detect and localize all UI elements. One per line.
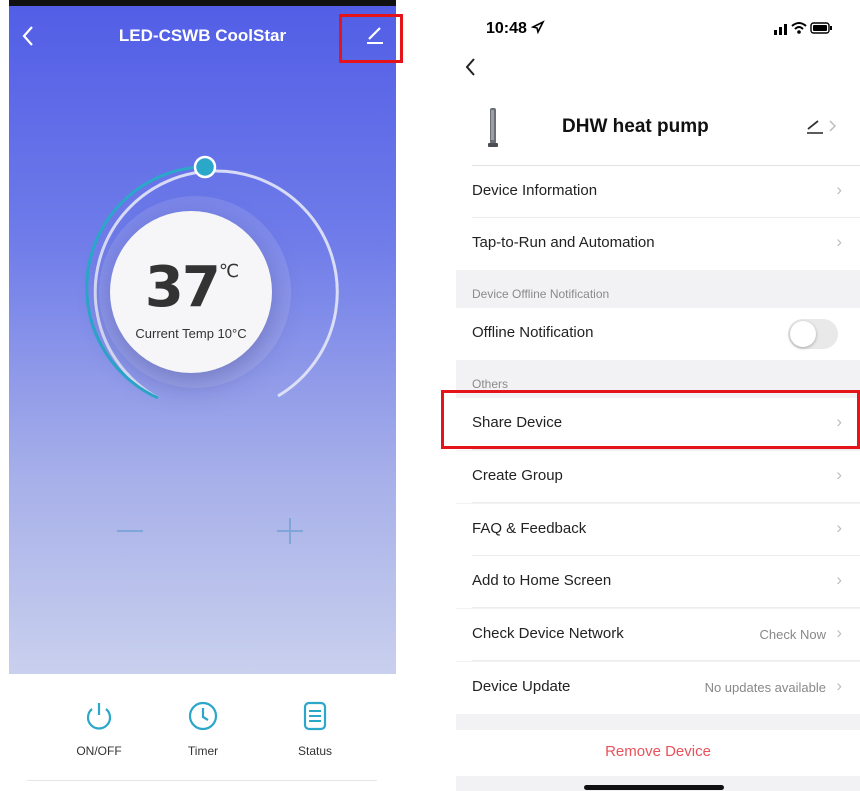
timer-label: Timer <box>187 744 219 758</box>
status-bar-icons <box>774 22 832 35</box>
chevron-right-icon: › <box>836 180 842 199</box>
document-icon <box>303 701 327 731</box>
row-label: Create Group <box>472 467 563 484</box>
row-label: Add to Home Screen <box>472 572 612 589</box>
chevron-right-icon: › <box>836 465 842 484</box>
status-bar-time: 10:48 <box>486 20 546 38</box>
pencil-icon <box>807 120 837 134</box>
set-temperature-value: 37 <box>144 255 221 320</box>
row-label: Offline Notification <box>472 324 594 341</box>
divider <box>472 449 860 450</box>
divider <box>472 660 860 661</box>
location-arrow-icon <box>531 20 546 35</box>
row-faq-feedback[interactable]: FAQ & Feedback › <box>456 504 860 556</box>
device-name: DHW heat pump <box>562 116 709 137</box>
row-value: Check Now <box>759 627 826 642</box>
home-indicator[interactable] <box>584 785 724 790</box>
offline-notification-toggle[interactable] <box>788 319 838 349</box>
current-temperature: Current Temp 10°C <box>135 326 247 341</box>
row-label: Device Information <box>472 182 598 199</box>
row-label: Tap-to-Run and Automation <box>472 234 655 251</box>
clock-icon <box>188 701 218 731</box>
share-device-highlight-box <box>441 390 860 449</box>
chevron-right-icon: › <box>836 676 842 695</box>
clock-text: 10:48 <box>486 20 527 37</box>
back-button[interactable] <box>464 54 478 84</box>
page: LED-CSWB CoolStar 37℃ Current Temp 10°C <box>0 0 860 791</box>
row-device-information[interactable]: Device Information › <box>456 166 860 218</box>
row-create-group[interactable]: Create Group › <box>456 451 860 503</box>
row-add-to-home-screen[interactable]: Add to Home Screen › <box>456 556 860 608</box>
status-button[interactable]: Status <box>275 698 355 758</box>
remove-device-button[interactable]: Remove Device <box>456 730 860 776</box>
decrease-button[interactable] <box>117 530 143 532</box>
row-label: FAQ & Feedback <box>472 520 587 537</box>
signal-icon <box>774 24 787 35</box>
onoff-button[interactable]: ON/OFF <box>59 698 139 758</box>
device-title: LED-CSWB CoolStar <box>118 26 287 45</box>
chevron-right-icon: › <box>836 232 842 251</box>
row-label: Check Device Network <box>472 625 624 642</box>
chevron-right-icon: › <box>836 518 842 537</box>
row-tap-to-run[interactable]: Tap-to-Run and Automation › <box>456 218 860 270</box>
row-device-update[interactable]: Device Update No updates available › <box>456 662 860 714</box>
row-check-device-network[interactable]: Check Device Network Check Now › <box>456 609 860 661</box>
row-value: No updates available <box>704 680 826 695</box>
power-icon <box>86 703 112 730</box>
row-label: Device Update <box>472 678 571 695</box>
wifi-icon <box>791 22 807 34</box>
bottom-divider <box>27 780 377 781</box>
dial-handle[interactable] <box>193 155 217 179</box>
row-offline-notification: Offline Notification <box>456 308 860 360</box>
edit-highlight-box <box>339 14 403 63</box>
temperature-unit: ℃ <box>218 261 239 282</box>
set-temperature: 37℃ <box>110 255 272 320</box>
heat-pump-icon <box>488 108 498 147</box>
section-header-others: Others <box>472 377 509 391</box>
divider <box>472 502 860 503</box>
onoff-label: ON/OFF <box>76 744 122 758</box>
toggle-knob <box>790 321 816 347</box>
chevron-right-icon: › <box>836 570 842 589</box>
section-header-offline: Device Offline Notification <box>472 287 610 301</box>
timer-button[interactable]: Timer <box>163 698 243 758</box>
status-label: Status <box>297 744 333 758</box>
divider <box>472 607 860 608</box>
chevron-left-icon <box>465 58 475 76</box>
chevron-right-icon: › <box>836 623 842 642</box>
left-screen: LED-CSWB CoolStar 37℃ Current Temp 10°C <box>9 0 396 791</box>
remove-device-label: Remove Device <box>605 743 711 760</box>
battery-icon <box>810 22 832 34</box>
plus-icon-vertical <box>289 518 291 544</box>
device-edit-button[interactable] <box>806 116 846 138</box>
